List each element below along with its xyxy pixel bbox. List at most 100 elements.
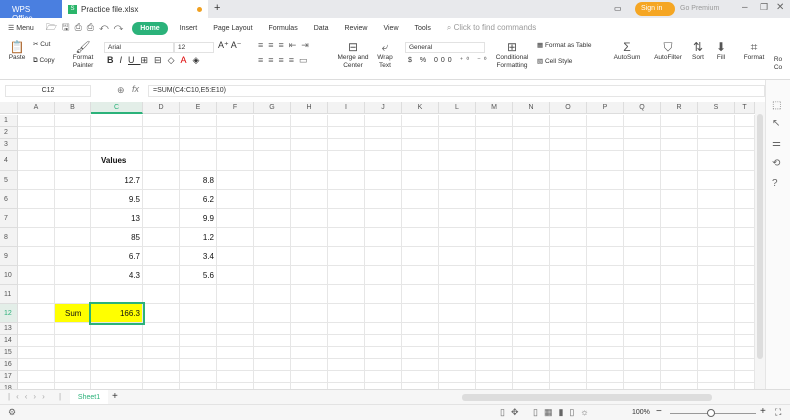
cell[interactable] [55, 247, 91, 266]
cell[interactable] [365, 285, 402, 304]
cell[interactable] [513, 304, 550, 323]
cell[interactable] [402, 247, 439, 266]
tab-formulas[interactable]: Formulas [261, 25, 306, 32]
cell[interactable] [624, 347, 661, 359]
cell[interactable] [439, 171, 476, 190]
cell[interactable] [402, 209, 439, 228]
cell[interactable] [439, 304, 476, 323]
cell-c12[interactable]: 166.3 [89, 302, 145, 325]
row-header[interactable]: 8 [0, 228, 18, 247]
cell[interactable] [550, 371, 587, 383]
cell[interactable] [550, 190, 587, 209]
cell[interactable] [217, 247, 254, 266]
cell[interactable] [291, 171, 328, 190]
paste-button[interactable]: 📋 Paste [5, 40, 29, 62]
cell[interactable] [180, 323, 217, 335]
cell[interactable] [402, 139, 439, 151]
cell[interactable] [18, 139, 55, 151]
cell[interactable] [291, 304, 328, 323]
cell[interactable] [402, 266, 439, 285]
file-tab[interactable]: S Practice file.xlsx [62, 0, 208, 18]
cell[interactable] [365, 190, 402, 209]
cell[interactable] [55, 285, 91, 304]
cell[interactable] [180, 347, 217, 359]
cell[interactable] [661, 127, 698, 139]
font-select[interactable]: Arial [104, 42, 174, 53]
cell[interactable] [550, 171, 587, 190]
cell[interactable] [291, 139, 328, 151]
cell[interactable] [91, 371, 143, 383]
cell-e9[interactable]: 3.4 [180, 247, 217, 266]
cell[interactable] [328, 151, 365, 171]
cell[interactable] [328, 190, 365, 209]
fx-icon[interactable]: fx [132, 84, 139, 94]
cell[interactable] [91, 127, 143, 139]
sign-in-button[interactable]: Sign in [635, 2, 675, 16]
column-header[interactable]: Q [624, 102, 661, 114]
cell[interactable] [180, 371, 217, 383]
settings-sliders-icon[interactable]: ⚌ [772, 138, 781, 149]
font-size-buttons[interactable]: A⁺ A⁻ [218, 41, 242, 50]
column-header[interactable]: G [254, 102, 291, 114]
cell[interactable] [402, 151, 439, 171]
cell[interactable] [217, 323, 254, 335]
cut-button[interactable]: ✂ Cut [33, 41, 50, 49]
cell[interactable] [587, 171, 624, 190]
cell[interactable] [217, 304, 254, 323]
cell[interactable] [587, 247, 624, 266]
cell[interactable] [550, 266, 587, 285]
new-tab-button[interactable]: + [214, 2, 220, 14]
column-header[interactable]: J [365, 102, 402, 114]
cell[interactable] [513, 151, 550, 171]
column-header[interactable]: O [550, 102, 587, 114]
cell[interactable] [550, 127, 587, 139]
minimize-button[interactable]: – [742, 2, 748, 13]
cell[interactable] [476, 171, 513, 190]
cell[interactable] [91, 359, 143, 371]
cell[interactable] [661, 266, 698, 285]
cell[interactable] [624, 127, 661, 139]
cell[interactable] [143, 115, 180, 127]
add-sheet-button[interactable]: + [112, 391, 118, 402]
cell[interactable] [254, 266, 291, 285]
row-header[interactable]: 12 [0, 304, 18, 323]
column-header[interactable]: B [55, 102, 91, 114]
cell[interactable] [550, 285, 587, 304]
row-header[interactable]: 14 [0, 335, 18, 347]
cell[interactable] [402, 304, 439, 323]
column-header[interactable]: M [476, 102, 513, 114]
cell[interactable] [18, 323, 55, 335]
column-header[interactable]: D [143, 102, 180, 114]
cell[interactable] [476, 359, 513, 371]
cell[interactable] [291, 151, 328, 171]
cell[interactable] [402, 115, 439, 127]
row-header[interactable]: 13 [0, 323, 18, 335]
cell[interactable] [550, 359, 587, 371]
cell[interactable] [624, 209, 661, 228]
cell[interactable] [143, 139, 180, 151]
cell[interactable] [698, 285, 735, 304]
cell[interactable] [476, 190, 513, 209]
cell[interactable] [402, 228, 439, 247]
cell[interactable] [402, 190, 439, 209]
cell[interactable] [254, 335, 291, 347]
cell[interactable] [18, 228, 55, 247]
wps-office-tab[interactable]: WPS Office [0, 0, 62, 23]
cell[interactable] [180, 115, 217, 127]
cell[interactable] [476, 127, 513, 139]
cell-c8[interactable]: 85 [91, 228, 143, 247]
spreadsheet-grid[interactable]: A B C D E F G H I J K L M N O P Q R S T 1 2 3 4 5 6 7 8 9 10 11 12 13 14 1… [0, 102, 755, 389]
cell[interactable] [550, 139, 587, 151]
cell[interactable] [476, 115, 513, 127]
cell[interactable] [439, 371, 476, 383]
cell[interactable] [55, 228, 91, 247]
cell[interactable] [661, 171, 698, 190]
cell[interactable] [217, 115, 254, 127]
cell[interactable] [550, 304, 587, 323]
cell[interactable] [513, 335, 550, 347]
fill-button[interactable]: ⬇ Fill [713, 40, 729, 62]
cell[interactable] [476, 228, 513, 247]
cell[interactable] [624, 335, 661, 347]
cell[interactable] [217, 171, 254, 190]
row-header[interactable]: 9 [0, 247, 18, 266]
